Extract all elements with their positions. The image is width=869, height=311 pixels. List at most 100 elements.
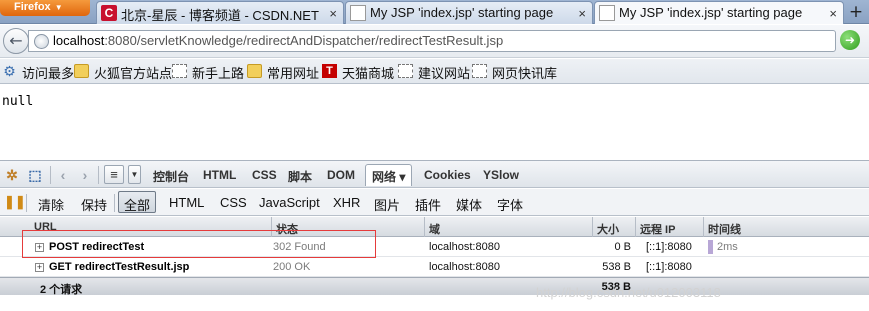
tab-index-jsp-2[interactable]: My JSP 'index.jsp' starting page × bbox=[594, 1, 844, 24]
request-time: 2ms bbox=[717, 241, 738, 253]
page-outline-icon bbox=[398, 64, 413, 78]
request-count: 2 个请求 bbox=[40, 284, 83, 296]
tab-css[interactable]: CSS bbox=[252, 168, 277, 182]
filter-all-button[interactable]: 全部 bbox=[118, 191, 157, 213]
bookmark-label: 常用网址 bbox=[267, 66, 320, 81]
tab-yslow[interactable]: YSlow bbox=[483, 168, 519, 182]
clear-button[interactable]: 清除 bbox=[38, 195, 64, 214]
bookmark-tmall[interactable]: T 天猫商城 bbox=[322, 63, 394, 81]
expand-icon[interactable]: + bbox=[35, 263, 44, 272]
table-row[interactable]: + GET redirectTestResult.jsp 200 OK loca… bbox=[0, 257, 869, 277]
url-path: :8080/servletKnowledge/redirectAndDispat… bbox=[104, 33, 504, 48]
go-button[interactable]: ➜ bbox=[840, 30, 860, 50]
filter-xhr-button[interactable]: XHR bbox=[333, 195, 360, 210]
filter-media-button[interactable]: 媒体 bbox=[456, 195, 482, 214]
bookmark-label: 访问最多 bbox=[22, 66, 75, 81]
go-arrow-icon: ➜ bbox=[844, 33, 856, 47]
page-icon bbox=[350, 5, 366, 21]
page-body-text: null bbox=[2, 94, 34, 109]
dropdown-arrow-icon: ▼ bbox=[54, 3, 63, 12]
request-ip: [::1]:8080 bbox=[646, 241, 692, 253]
tab-cookies[interactable]: Cookies bbox=[424, 168, 471, 182]
bookmark-most-visited[interactable]: ⚙ 访问最多 bbox=[2, 63, 74, 81]
tab-html[interactable]: HTML bbox=[203, 168, 236, 182]
request-size: 538 B bbox=[602, 261, 631, 273]
tab-title: 北京-星辰 - 博客频道 - CSDN.NET bbox=[121, 8, 319, 23]
page-content: null bbox=[0, 85, 869, 159]
request-ip: [::1]:8080 bbox=[646, 261, 692, 273]
request-status: 200 OK bbox=[273, 261, 311, 273]
watermark: http://blog.csdn.net/u012003118 bbox=[536, 285, 721, 300]
bookmark-label: 网页快讯库 bbox=[492, 66, 558, 81]
persist-button[interactable]: 保持 bbox=[81, 195, 107, 214]
net-request-table: URL 状态 域 大小 远程 IP 时间线 + POST redirectTes… bbox=[0, 217, 869, 311]
gear-icon: ⚙ bbox=[3, 63, 16, 79]
chevron-right-icon[interactable]: › bbox=[76, 166, 94, 184]
tab-title: My JSP 'index.jsp' starting page bbox=[619, 5, 803, 20]
tmall-icon: T bbox=[322, 64, 337, 78]
request-domain: localhost:8080 bbox=[429, 241, 500, 253]
navigation-bar: localhost:8080/servletKnowledge/redirect… bbox=[0, 25, 869, 58]
bookmark-label: 天猫商城 bbox=[342, 66, 395, 81]
request-size: 0 B bbox=[614, 241, 631, 253]
back-arrow-icon: ← bbox=[9, 31, 23, 50]
pause-icon[interactable]: ❚❚ bbox=[4, 195, 26, 209]
inspect-icon[interactable]: ⬚ bbox=[26, 166, 44, 184]
globe-icon bbox=[34, 34, 49, 49]
filter-fonts-button[interactable]: 字体 bbox=[497, 195, 523, 214]
page-icon bbox=[599, 5, 615, 21]
close-icon[interactable]: × bbox=[578, 6, 586, 21]
bookmark-label: 新手上路 bbox=[192, 66, 245, 81]
request-domain: localhost:8080 bbox=[429, 261, 500, 273]
close-icon[interactable]: × bbox=[329, 6, 337, 21]
bookmark-getting-started[interactable]: 新手上路 bbox=[172, 63, 244, 81]
filter-css-button[interactable]: CSS bbox=[220, 195, 247, 210]
folder-icon bbox=[247, 64, 262, 78]
column-domain[interactable]: 域 bbox=[425, 217, 593, 237]
highlight-annotation bbox=[22, 230, 376, 258]
menu-icon[interactable]: ≡ bbox=[104, 165, 124, 184]
folder-icon bbox=[74, 64, 89, 78]
bookmark-firefox-official[interactable]: 火狐官方站点 bbox=[74, 63, 172, 81]
back-button[interactable]: ← bbox=[3, 28, 29, 54]
csdn-icon: C bbox=[101, 5, 117, 21]
url-bar[interactable]: localhost:8080/servletKnowledge/redirect… bbox=[28, 30, 836, 52]
filter-plugins-button[interactable]: 插件 bbox=[415, 195, 441, 214]
tab-index-jsp-1[interactable]: My JSP 'index.jsp' starting page × bbox=[345, 1, 593, 24]
chevron-left-icon[interactable]: ‹ bbox=[54, 166, 72, 184]
bookmark-common-sites[interactable]: 常用网址 bbox=[247, 63, 319, 81]
toolbar-divider bbox=[26, 194, 27, 212]
column-size[interactable]: 大小 bbox=[593, 217, 636, 237]
close-icon[interactable]: × bbox=[829, 6, 837, 21]
firebug-toolbar: ✲ ⬚ ‹ › ≡ ▼ 控制台 HTML CSS 脚本 DOM 网络 ▾ Coo… bbox=[0, 160, 869, 188]
tab-console[interactable]: 控制台 bbox=[153, 168, 189, 185]
column-timeline[interactable]: 时间线 bbox=[704, 217, 869, 237]
tab-script[interactable]: 脚本 bbox=[288, 168, 312, 185]
filter-html-button[interactable]: HTML bbox=[169, 195, 204, 210]
bookmark-web-slice-gallery[interactable]: 网页快讯库 bbox=[472, 63, 557, 81]
request-url: GET redirectTestResult.jsp bbox=[49, 261, 190, 273]
firefox-menu-button[interactable]: Firefox ▼ bbox=[0, 0, 90, 16]
page-outline-icon bbox=[172, 64, 187, 78]
url-host: localhost bbox=[53, 33, 105, 48]
summary-row: 2 个请求 538 B bbox=[0, 277, 869, 296]
firebug-icon[interactable]: ✲ bbox=[3, 166, 21, 184]
new-tab-button[interactable]: + bbox=[846, 3, 866, 22]
filter-js-button[interactable]: JavaScript bbox=[259, 195, 320, 210]
toolbar-divider bbox=[50, 166, 51, 184]
tab-dom[interactable]: DOM bbox=[327, 168, 355, 182]
column-remote-ip[interactable]: 远程 IP bbox=[636, 217, 704, 237]
bookmark-label: 火狐官方站点 bbox=[94, 66, 173, 81]
bookmark-suggested-sites[interactable]: 建议网站 bbox=[398, 63, 470, 81]
bookmark-label: 建议网站 bbox=[418, 66, 471, 81]
bookmarks-bar: ⚙ 访问最多 火狐官方站点 新手上路 常用网址 T 天猫商城 建议网站 网页快讯… bbox=[0, 59, 869, 84]
net-toolbar: ❚❚ 清除 保持 全部 HTML CSS JavaScript XHR 图片 插… bbox=[0, 189, 869, 216]
tab-strip: Firefox ▼ C 北京-星辰 - 博客频道 - CSDN.NET × My … bbox=[0, 0, 869, 24]
toolbar-divider bbox=[114, 194, 115, 212]
filter-images-button[interactable]: 图片 bbox=[374, 195, 400, 214]
page-outline-icon bbox=[472, 64, 487, 78]
toolbar-divider bbox=[98, 166, 99, 184]
tab-net[interactable]: 网络 ▾ bbox=[365, 164, 413, 186]
tab-csdn[interactable]: C 北京-星辰 - 博客频道 - CSDN.NET × bbox=[96, 1, 344, 24]
chevron-down-icon[interactable]: ▼ bbox=[128, 165, 141, 184]
